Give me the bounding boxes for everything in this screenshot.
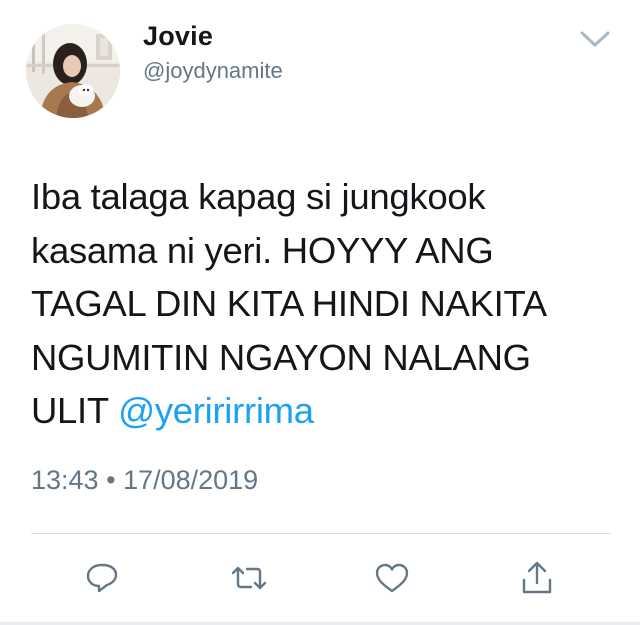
share-button[interactable]: [517, 560, 557, 596]
tweet-time: 13:43: [31, 465, 99, 495]
tweet-text: Iba talaga kapag si jungkook kasama ni y…: [31, 170, 621, 438]
chevron-down-icon[interactable]: [578, 28, 612, 50]
divider: [31, 533, 611, 534]
retweet-icon: [231, 566, 267, 590]
retweet-button[interactable]: [229, 560, 269, 596]
avatar[interactable]: [26, 24, 120, 118]
tweet-text-prefix: ULIT: [31, 390, 119, 431]
reply-icon: [86, 563, 118, 593]
like-button[interactable]: [372, 560, 412, 596]
tweet-card: Jovie @joydynamite Iba talaga kapag si j…: [0, 0, 640, 625]
tweet-text-line-last: ULIT @yeririrrima: [31, 384, 621, 438]
tweet-date: 17/08/2019: [123, 465, 259, 495]
reply-button[interactable]: [82, 560, 122, 596]
display-name[interactable]: Jovie: [143, 21, 213, 52]
timestamp-separator: •: [106, 465, 116, 495]
heart-icon: [375, 563, 409, 593]
tweet-text-line: TAGAL DIN KITA HINDI NAKITA: [31, 283, 547, 324]
tweet-timestamp[interactable]: 13:43 • 17/08/2019: [31, 465, 258, 496]
mention-link[interactable]: @yeririrrima: [118, 390, 314, 431]
username[interactable]: @joydynamite: [143, 58, 283, 84]
share-icon: [522, 561, 552, 594]
avatar-image: [26, 24, 120, 118]
tweet-text-line: NGUMITIN NGAYON NALANG: [31, 336, 531, 378]
tweet-text-line: kasama ni yeri. HOYYY ANG: [31, 229, 494, 271]
tweet-text-line: Iba talaga kapag si jungkook: [31, 176, 486, 217]
